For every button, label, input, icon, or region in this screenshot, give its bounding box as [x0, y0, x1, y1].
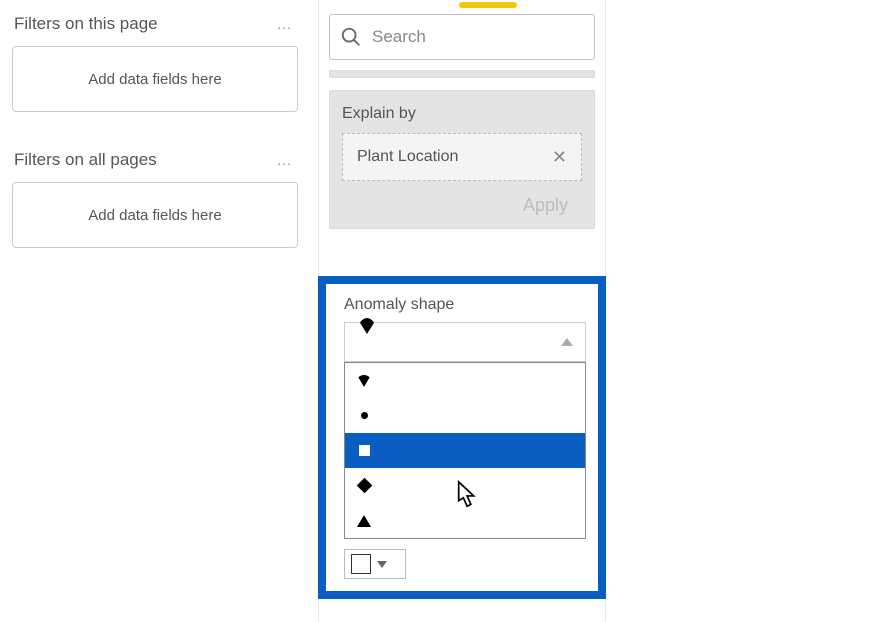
chevron-up-icon: [561, 338, 573, 346]
shape-option-dot[interactable]: [345, 398, 585, 433]
color-swatch-icon: [351, 554, 371, 574]
apply-button[interactable]: Apply: [342, 181, 582, 216]
filters-page-title: Filters on this page: [14, 14, 158, 34]
shape-option-triangle[interactable]: [345, 503, 585, 538]
filters-all-header: Filters on all pages ...: [10, 136, 300, 176]
shape-option-diamond[interactable]: [345, 468, 585, 503]
triangle-icon: [355, 515, 373, 527]
filters-panel: Filters on this page ... Add data fields…: [0, 0, 310, 272]
filters-page-more-icon[interactable]: ...: [277, 16, 296, 32]
search-icon: [340, 26, 362, 48]
filters-all-dropwell[interactable]: Add data fields here: [12, 182, 298, 248]
anomaly-color-picker[interactable]: [344, 549, 406, 579]
filters-page-dropwell-label: Add data fields here: [88, 71, 221, 88]
filters-page-dropwell[interactable]: Add data fields here: [12, 46, 298, 112]
shape-option-square[interactable]: [345, 433, 585, 468]
diamond-icon: [355, 480, 373, 491]
chevron-down-icon: [377, 561, 387, 568]
drop-icon: [357, 334, 377, 351]
filters-all-more-icon[interactable]: ...: [277, 152, 296, 168]
anomaly-shape-options: [344, 362, 586, 539]
search-input[interactable]: Search: [329, 14, 595, 60]
explain-by-well: Explain by Plant Location ✕ Apply: [329, 90, 595, 229]
square-icon: [355, 445, 373, 456]
active-tab-underline: [459, 2, 517, 8]
anomaly-shape-title: Anomaly shape: [344, 296, 586, 314]
explain-by-chip[interactable]: Plant Location ✕: [342, 133, 582, 181]
dot-icon: [355, 412, 373, 419]
explain-by-chip-label: Plant Location: [357, 148, 458, 166]
drop-icon: [355, 375, 373, 387]
close-icon[interactable]: ✕: [552, 147, 567, 168]
shape-option-drop[interactable]: [345, 363, 585, 398]
search-placeholder: Search: [372, 27, 426, 47]
anomaly-shape-select[interactable]: [344, 322, 586, 362]
explain-by-label: Explain by: [342, 105, 582, 123]
filters-page-header: Filters on this page ...: [10, 0, 300, 40]
filters-all-dropwell-label: Add data fields here: [88, 207, 221, 224]
field-well-collapsed: [329, 70, 595, 78]
anomaly-shape-section: Anomaly shape: [318, 276, 606, 599]
filters-all-title: Filters on all pages: [14, 150, 157, 170]
